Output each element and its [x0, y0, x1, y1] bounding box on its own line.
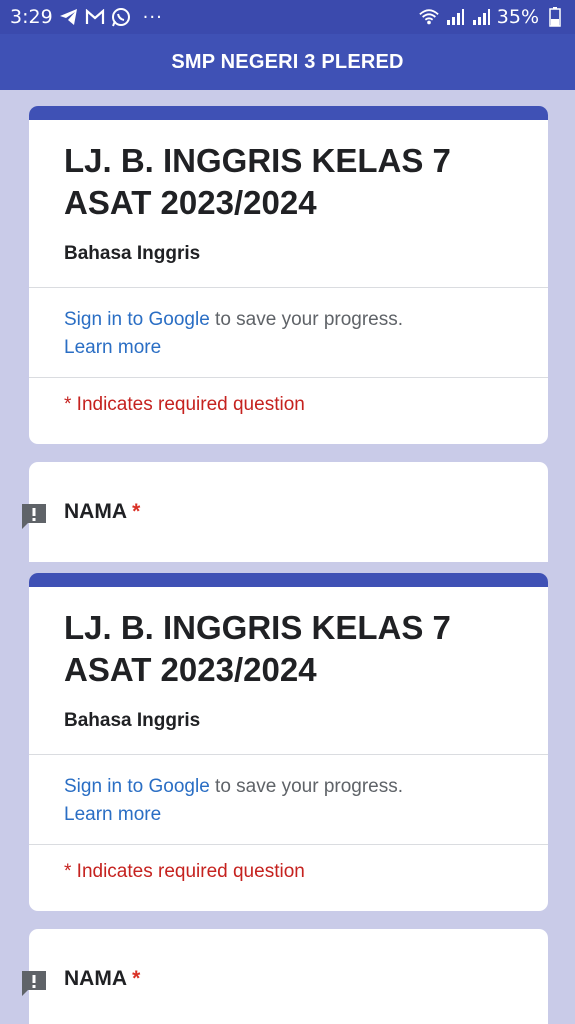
question-card[interactable]: NAMA *: [29, 929, 548, 1024]
form-description: Bahasa Inggris: [64, 243, 201, 264]
wifi-icon: [419, 7, 439, 27]
signal-icon: [445, 7, 465, 27]
form-content[interactable]: LJ. B. INGGRIS KELAS 7 ASAT 2023/2024 Ba…: [0, 90, 575, 1024]
sign-in-link[interactable]: Sign in to Google: [64, 776, 210, 797]
whatsapp-icon: [111, 7, 131, 27]
clock: 3:29: [10, 6, 53, 28]
divider: [29, 754, 548, 755]
status-bar-left: 3:29 ···: [10, 6, 163, 28]
status-bar: 3:29 ··· 35%: [0, 0, 575, 34]
divider: [29, 844, 548, 845]
signin-notice: Sign in to Google to save your progress.: [64, 773, 403, 801]
required-star: *: [132, 967, 141, 990]
telegram-icon: [59, 7, 79, 27]
question-card[interactable]: NAMA *: [29, 462, 548, 562]
signin-notice-text: to save your progress.: [209, 776, 404, 797]
required-star: *: [132, 500, 141, 523]
form-description: Bahasa Inggris: [64, 710, 201, 731]
form-header-card: LJ. B. INGGRIS KELAS 7 ASAT 2023/2024 Ba…: [29, 106, 548, 444]
question-label: NAMA *: [64, 967, 140, 991]
required-note: * Indicates required question: [64, 394, 305, 415]
feedback-alert-icon[interactable]: [19, 968, 49, 998]
learn-more-link[interactable]: Learn more: [64, 334, 161, 362]
battery-percent: 35%: [496, 6, 539, 28]
question-title: NAMA: [64, 500, 127, 523]
app-bar: SMP NEGERI 3 PLERED: [0, 34, 575, 90]
gmail-icon: [85, 7, 105, 27]
header-accent-stripe: [29, 106, 548, 120]
signal-icon: [471, 7, 491, 27]
divider: [29, 377, 548, 378]
form-title: LJ. B. INGGRIS KELAS 7 ASAT 2023/2024: [64, 609, 451, 688]
app-bar-title: SMP NEGERI 3 PLERED: [171, 50, 404, 73]
sign-in-link[interactable]: Sign in to Google: [64, 309, 210, 330]
battery-icon: [545, 7, 565, 27]
required-note: * Indicates required question: [64, 861, 305, 882]
question-title: NAMA: [64, 967, 127, 990]
form-title: LJ. B. INGGRIS KELAS 7 ASAT 2023/2024: [64, 142, 451, 221]
divider: [29, 287, 548, 288]
more-notifications-icon: ···: [142, 6, 163, 28]
signin-notice-text: to save your progress.: [209, 309, 404, 330]
feedback-alert-icon[interactable]: [19, 501, 49, 531]
form-header-card: LJ. B. INGGRIS KELAS 7 ASAT 2023/2024 Ba…: [29, 573, 548, 911]
header-accent-stripe: [29, 573, 548, 587]
status-bar-right: 35%: [419, 6, 565, 28]
question-label: NAMA *: [64, 500, 140, 524]
learn-more-link[interactable]: Learn more: [64, 801, 161, 829]
signin-notice: Sign in to Google to save your progress.: [64, 306, 403, 334]
